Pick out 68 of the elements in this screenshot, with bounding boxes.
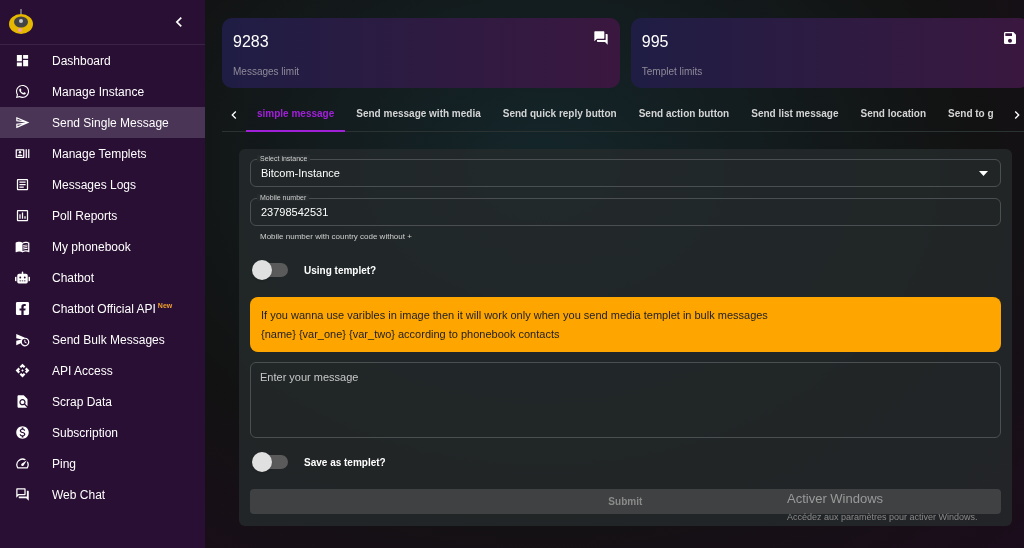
sidebar-item[interactable]: Subscription	[0, 417, 205, 448]
sidebar-item-label: Manage Templets	[52, 145, 147, 163]
sidebar-item-label: Dashboard	[52, 52, 111, 70]
sidebar-item-label: Send Single Message	[52, 114, 169, 132]
dropdown-caret-icon	[978, 170, 988, 176]
sidebar-item[interactable]: Manage Instance	[0, 76, 205, 107]
sidebar-item-label: Send Bulk Messages	[52, 331, 165, 349]
sidebar-item-label: Poll Reports	[52, 207, 118, 225]
toggle-label: Using templet?	[304, 263, 377, 278]
sidebar-item[interactable]: Manage Templets	[0, 138, 205, 169]
save-icon	[1001, 30, 1018, 46]
sidebar-item-label: Manage Instance	[52, 83, 145, 101]
sidebar-item-label: Chatbot	[52, 269, 95, 287]
sidebar-item[interactable]: Dashboard	[0, 45, 205, 76]
toggle-switch[interactable]	[254, 263, 288, 277]
sidebar-item[interactable]: API Access	[0, 355, 205, 386]
sidebar-item-label: Messages Logs	[52, 176, 137, 194]
facebook-icon	[15, 301, 30, 316]
tab[interactable]: Send list message	[740, 97, 850, 132]
sidebar-item[interactable]: Send Single Message	[0, 107, 205, 138]
chat-bubbles-icon	[592, 30, 609, 46]
dollar-coin-icon	[15, 425, 30, 440]
sidebar-item[interactable]: Scrap Data	[0, 386, 205, 417]
tab[interactable]: Send quick reply button	[491, 97, 628, 132]
dashboard-icon	[15, 53, 30, 68]
sidebar-item-label: My phonebook	[52, 238, 131, 256]
api-icon	[15, 363, 30, 378]
scheduled-send-icon	[15, 332, 30, 347]
find-in-page-icon	[15, 394, 30, 409]
toggle-switch[interactable]	[254, 455, 288, 469]
sidebar-item-label: Scrap Data	[52, 393, 113, 411]
field-value: 23798542531	[261, 204, 329, 220]
tab[interactable]: Send location	[849, 97, 938, 132]
sidebar-item[interactable]: Messages Logs	[0, 169, 205, 200]
tab[interactable]: Send message with media	[345, 97, 492, 132]
document-icon	[15, 177, 30, 192]
notice-text: {name} {var_one} {var_two} according to phonebook contacts	[261, 326, 561, 342]
tab[interactable]: Send action button	[627, 97, 741, 132]
stat-label: Templet limits	[641, 65, 703, 79]
activation-notice-title: Activer Windows	[787, 490, 885, 508]
sidebar-item[interactable]: Send Bulk Messages	[0, 324, 205, 355]
sidebar-item-label: Web Chat	[52, 486, 106, 504]
stat-value: 9283	[233, 32, 270, 52]
bar-chart-icon	[15, 208, 30, 223]
sidebar-item-label: Chatbot Official API	[52, 300, 156, 318]
chat-bubble-icon	[15, 84, 30, 99]
helper-text: Mobile number with country code without +	[260, 231, 413, 243]
notice-text: If you wanna use varibles in image then it will work only when you send media templet in bulk messages	[261, 308, 769, 323]
book-icon	[15, 239, 30, 254]
toggle-label: Save as templet?	[304, 455, 386, 470]
sidebar-item-label: API Access	[52, 362, 113, 380]
send-icon	[15, 115, 30, 130]
stat-value: 995	[641, 32, 670, 52]
sidebar-item[interactable]: My phonebook	[0, 231, 205, 262]
sidebar-item-label: Ping	[52, 455, 77, 473]
tab[interactable]: Send to g	[937, 97, 1005, 132]
sidebar-item-label: Subscription	[52, 424, 119, 442]
sidebar-item[interactable]: Poll Reports	[0, 200, 205, 231]
chat-icon	[15, 487, 30, 502]
message-input[interactable]: Enter your message	[250, 362, 1001, 438]
sidebar-item[interactable]: Chatbot	[0, 262, 205, 293]
speedometer-icon	[15, 456, 30, 471]
stat-label: Messages limit	[233, 65, 300, 79]
select-value: Bitcom-Instance	[261, 165, 340, 181]
sidebar-item[interactable]: Web Chat	[0, 479, 205, 510]
sidebar-item[interactable]: Ping	[0, 448, 205, 479]
robot-icon	[15, 270, 30, 285]
robot-logo-icon	[8, 8, 34, 36]
